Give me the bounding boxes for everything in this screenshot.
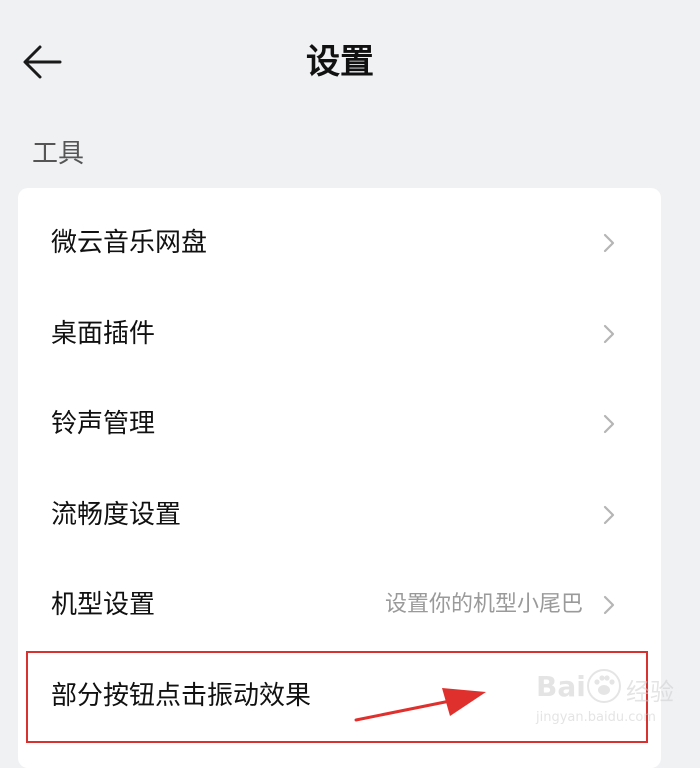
row-device-model-settings[interactable]: 机型设置 设置你的机型小尾巴 bbox=[18, 560, 661, 650]
row-label: 微云音乐网盘 bbox=[51, 228, 208, 258]
chevron-right-icon bbox=[601, 412, 617, 436]
watermark-brand: Bai bbox=[536, 670, 586, 703]
row-weiyun-music-drive[interactable]: 微云音乐网盘 bbox=[18, 198, 661, 288]
row-smoothness-settings[interactable]: 流畅度设置 bbox=[18, 470, 661, 560]
row-label: 机型设置 bbox=[51, 590, 156, 620]
page-title: 设置 bbox=[306, 42, 374, 82]
watermark-logo: Bai 经验 jingyan.baidu.com bbox=[530, 660, 690, 740]
chevron-right-icon bbox=[601, 503, 617, 527]
row-label: 流畅度设置 bbox=[51, 500, 182, 530]
row-value: 设置你的机型小尾巴 bbox=[384, 592, 583, 617]
row-label: 铃声管理 bbox=[51, 409, 156, 439]
chevron-right-icon bbox=[601, 593, 617, 617]
paw-icon bbox=[587, 669, 621, 703]
header-bar: 设置 bbox=[0, 0, 700, 120]
watermark-brand-cn: 经验 bbox=[626, 678, 674, 706]
row-ringtone-management[interactable]: 铃声管理 bbox=[18, 379, 661, 469]
annotation-arrow-icon bbox=[354, 688, 486, 722]
row-label: 桌面插件 bbox=[51, 319, 156, 349]
chevron-right-icon bbox=[601, 322, 617, 346]
watermark-site: jingyan.baidu.com bbox=[536, 710, 656, 725]
chevron-right-icon bbox=[601, 231, 617, 255]
section-label-tools: 工具 bbox=[32, 139, 85, 169]
row-desktop-widget[interactable]: 桌面插件 bbox=[18, 289, 661, 379]
